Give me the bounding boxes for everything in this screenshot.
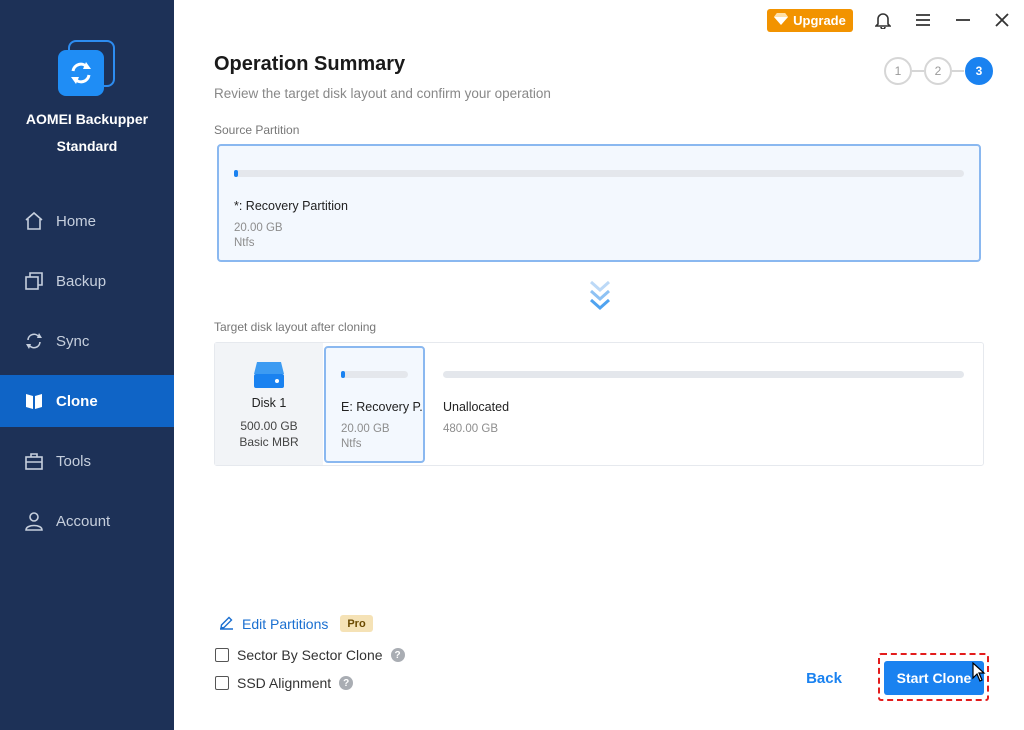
help-icon[interactable]: ? (339, 676, 354, 690)
tools-icon (24, 451, 44, 471)
step-1: 1 (884, 57, 912, 85)
partition-fs: Ntfs (341, 438, 362, 450)
unallocated-bar (443, 371, 964, 378)
sidebar-item-sync[interactable]: Sync (0, 315, 174, 367)
sidebar-item-label: Clone (56, 392, 98, 410)
partition-size: 20.00 GB (234, 222, 283, 234)
sidebar-item-label: Tools (56, 452, 92, 470)
sidebar-item-home[interactable]: Home (0, 195, 174, 247)
sidebar: AOMEI Backupper Standard Home Backup Syn… (0, 0, 174, 730)
target-disk-layout: Disk 1 500.00 GB Basic MBR E: Recovery P… (214, 342, 984, 466)
upgrade-label: Upgrade (793, 13, 846, 28)
partition-name: E: Recovery P... (341, 400, 423, 414)
close-icon[interactable] (992, 10, 1012, 30)
upgrade-button[interactable]: Upgrade (767, 9, 853, 32)
ssd-alignment-option[interactable]: SSD Alignment ? (215, 675, 354, 691)
disk-size: 500.00 GB (240, 419, 298, 433)
partition-fs: Ntfs (234, 237, 255, 249)
minimize-icon[interactable] (953, 10, 973, 30)
page-subtitle: Review the target disk layout and confir… (214, 86, 551, 101)
usage-bar (341, 371, 408, 378)
unallocated-name: Unallocated (443, 400, 510, 414)
app-logo (58, 40, 116, 98)
step-3: 3 (965, 57, 993, 85)
sidebar-item-account[interactable]: Account (0, 495, 174, 547)
source-partition-label: Source Partition (214, 123, 300, 137)
sync-icon (24, 331, 44, 351)
pro-badge: Pro (340, 615, 373, 632)
menu-icon[interactable] (913, 10, 933, 30)
start-clone-button[interactable]: Start Clone (884, 661, 984, 695)
sidebar-item-label: Home (56, 212, 97, 230)
edit-partitions-label: Edit Partitions (242, 616, 329, 632)
sector-by-sector-checkbox[interactable] (215, 648, 229, 662)
disk-icon (253, 360, 285, 395)
source-partition-card[interactable]: *: Recovery Partition 20.00 GB Ntfs (217, 144, 981, 262)
sidebar-item-label: Account (56, 512, 111, 530)
app-name: AOMEI Backupper (25, 111, 149, 127)
usage-bar (234, 170, 964, 177)
partition-name: *: Recovery Partition (234, 199, 348, 213)
backup-icon (24, 271, 44, 291)
mouse-cursor-icon (972, 661, 986, 682)
sidebar-item-clone[interactable]: Clone (0, 375, 174, 427)
home-icon (24, 211, 44, 231)
target-layout-label: Target disk layout after cloning (214, 320, 377, 334)
double-chevron-down-icon (589, 280, 611, 314)
disk-type: Basic MBR (239, 435, 299, 449)
sidebar-item-backup[interactable]: Backup (0, 255, 174, 307)
pencil-icon (219, 615, 234, 633)
disk-name: Disk 1 (251, 396, 287, 410)
app-edition: Standard (56, 138, 118, 154)
step-indicator: 1 2 3 (884, 57, 996, 85)
sidebar-item-tools[interactable]: Tools (0, 435, 174, 487)
sync-arrows-icon (71, 62, 91, 84)
diamond-icon (774, 13, 789, 28)
ssd-alignment-label: SSD Alignment (237, 675, 332, 691)
sector-by-sector-option[interactable]: Sector By Sector Clone ? (215, 647, 405, 663)
sector-by-sector-label: Sector By Sector Clone (237, 647, 383, 663)
clone-icon (24, 391, 44, 411)
target-partition-cell[interactable]: E: Recovery P... 20.00 GB Ntfs (324, 346, 425, 463)
account-icon (24, 511, 44, 531)
edit-partitions-link[interactable]: Edit Partitions (219, 615, 328, 633)
help-icon[interactable]: ? (390, 648, 405, 662)
sidebar-item-label: Backup (56, 272, 107, 290)
sidebar-item-label: Sync (56, 332, 90, 350)
partition-size: 20.00 GB (341, 423, 390, 435)
unallocated-cell[interactable]: Unallocated 480.00 GB (427, 346, 982, 463)
ssd-alignment-checkbox[interactable] (215, 676, 229, 690)
back-button[interactable]: Back (796, 664, 852, 692)
step-2: 2 (924, 57, 952, 85)
unallocated-size: 480.00 GB (443, 423, 498, 435)
bell-icon[interactable] (873, 10, 893, 30)
disk-cell[interactable]: Disk 1 500.00 GB Basic MBR (215, 343, 323, 465)
page-title: Operation Summary (214, 53, 406, 75)
